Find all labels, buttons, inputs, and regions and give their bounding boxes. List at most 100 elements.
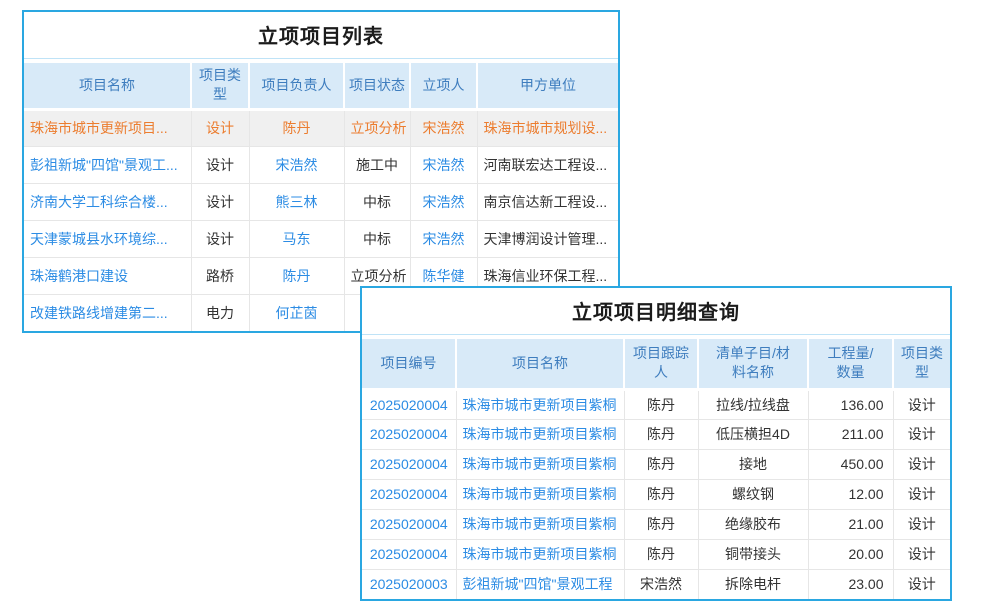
col-header-project-code: 项目编号 <box>362 339 456 389</box>
cell-project-name[interactable]: 珠海市城市更新项目紫桐 <box>456 539 624 569</box>
cell-project-code[interactable]: 2025020004 <box>362 509 456 539</box>
col-header-project-creator: 立项人 <box>410 63 477 109</box>
cell-project-manager[interactable]: 陈丹 <box>249 109 344 146</box>
col-header-project-status: 项目状态 <box>344 63 410 109</box>
cell-project-creator[interactable]: 宋浩然 <box>410 183 477 220</box>
col-header-project-name: 项目名称 <box>24 63 191 109</box>
cell-list-item: 拆除电杆 <box>698 569 808 599</box>
cell-quantity: 20.00 <box>808 539 893 569</box>
cell-project-name[interactable]: 彭祖新城"四馆"景观工程 <box>456 569 624 599</box>
table-row[interactable]: 彭祖新城"四馆"景观工... 设计 宋浩然 施工中 宋浩然 河南联宏达工程设..… <box>24 146 618 183</box>
cell-client-unit: 南京信达新工程设... <box>477 183 618 220</box>
cell-project-status: 中标 <box>344 183 410 220</box>
cell-quantity: 211.00 <box>808 419 893 449</box>
table-row-selected[interactable]: 珠海市城市更新项目... 设计 陈丹 立项分析 宋浩然 珠海市城市规划设... <box>24 109 618 146</box>
table-row[interactable]: 2025020003 彭祖新城"四馆"景观工程 宋浩然 拆除电杆 23.00 设… <box>362 569 950 599</box>
cell-project-type: 设计 <box>893 419 950 449</box>
cell-project-manager[interactable]: 陈丹 <box>249 257 344 294</box>
cell-project-type: 设计 <box>893 389 950 419</box>
cell-project-name[interactable]: 天津蒙城县水环境综... <box>24 220 191 257</box>
table-row[interactable]: 2025020004 珠海市城市更新项目紫桐 陈丹 铜带接头 20.00 设计 <box>362 539 950 569</box>
cell-project-tracker: 陈丹 <box>624 389 698 419</box>
cell-quantity: 21.00 <box>808 509 893 539</box>
project-detail-header-row: 项目编号 项目名称 项目跟踪 人 清单子目/材 料名称 工程量/ 数量 项目类 … <box>362 339 950 389</box>
cell-list-item: 拉线/拉线盘 <box>698 389 808 419</box>
cell-project-tracker: 陈丹 <box>624 479 698 509</box>
cell-quantity: 12.00 <box>808 479 893 509</box>
cell-project-code[interactable]: 2025020004 <box>362 419 456 449</box>
cell-project-name[interactable]: 彭祖新城"四馆"景观工... <box>24 146 191 183</box>
cell-project-code[interactable]: 2025020004 <box>362 389 456 419</box>
cell-project-code[interactable]: 2025020004 <box>362 449 456 479</box>
table-row[interactable]: 天津蒙城县水环境综... 设计 马东 中标 宋浩然 天津博润设计管理... <box>24 220 618 257</box>
cell-project-name[interactable]: 珠海市城市更新项目... <box>24 109 191 146</box>
cell-project-creator[interactable]: 宋浩然 <box>410 146 477 183</box>
cell-project-type: 设计 <box>893 479 950 509</box>
cell-project-tracker: 陈丹 <box>624 419 698 449</box>
cell-project-type: 设计 <box>191 146 249 183</box>
cell-project-manager[interactable]: 何芷茵 <box>249 294 344 331</box>
cell-project-type: 路桥 <box>191 257 249 294</box>
cell-project-name[interactable]: 珠海鹤港口建设 <box>24 257 191 294</box>
col-header-client-unit: 甲方单位 <box>477 63 618 109</box>
cell-project-type: 设计 <box>191 220 249 257</box>
cell-project-status: 施工中 <box>344 146 410 183</box>
cell-project-manager[interactable]: 熊三林 <box>249 183 344 220</box>
cell-project-type: 电力 <box>191 294 249 331</box>
col-header-project-type: 项目类 型 <box>191 63 249 109</box>
cell-project-name[interactable]: 珠海市城市更新项目紫桐 <box>456 479 624 509</box>
col-header-project-tracker: 项目跟踪 人 <box>624 339 698 389</box>
cell-project-tracker: 陈丹 <box>624 539 698 569</box>
cell-quantity: 23.00 <box>808 569 893 599</box>
project-list-panel: 立项项目列表 项目名称 项目类 型 项目负责人 项目状态 立项人 甲方单位 珠海… <box>22 10 620 333</box>
cell-project-tracker: 陈丹 <box>624 449 698 479</box>
table-row[interactable]: 2025020004 珠海市城市更新项目紫桐 陈丹 绝缘胶布 21.00 设计 <box>362 509 950 539</box>
cell-list-item: 绝缘胶布 <box>698 509 808 539</box>
cell-project-name[interactable]: 珠海市城市更新项目紫桐 <box>456 419 624 449</box>
cell-list-item: 螺纹钢 <box>698 479 808 509</box>
col-header-list-item-material: 清单子目/材 料名称 <box>698 339 808 389</box>
col-header-project-name: 项目名称 <box>456 339 624 389</box>
cell-project-status: 立项分析 <box>344 109 410 146</box>
cell-project-code[interactable]: 2025020004 <box>362 479 456 509</box>
project-list-title: 立项项目列表 <box>24 12 618 59</box>
cell-project-tracker: 宋浩然 <box>624 569 698 599</box>
cell-project-code[interactable]: 2025020003 <box>362 569 456 599</box>
cell-project-name[interactable]: 珠海市城市更新项目紫桐 <box>456 449 624 479</box>
cell-list-item: 接地 <box>698 449 808 479</box>
project-list-header-row: 项目名称 项目类 型 项目负责人 项目状态 立项人 甲方单位 <box>24 63 618 109</box>
col-header-quantity: 工程量/ 数量 <box>808 339 893 389</box>
cell-project-name[interactable]: 珠海市城市更新项目紫桐 <box>456 389 624 419</box>
cell-project-tracker: 陈丹 <box>624 509 698 539</box>
cell-client-unit: 河南联宏达工程设... <box>477 146 618 183</box>
cell-project-creator[interactable]: 宋浩然 <box>410 109 477 146</box>
project-detail-panel: 立项项目明细查询 项目编号 项目名称 项目跟踪 人 清单子目/材 料名称 工程量… <box>360 286 952 601</box>
table-row[interactable]: 2025020004 珠海市城市更新项目紫桐 陈丹 拉线/拉线盘 136.00 … <box>362 389 950 419</box>
cell-project-name[interactable]: 济南大学工科综合楼... <box>24 183 191 220</box>
project-detail-table: 项目编号 项目名称 项目跟踪 人 清单子目/材 料名称 工程量/ 数量 项目类 … <box>362 339 950 599</box>
cell-client-unit: 珠海市城市规划设... <box>477 109 618 146</box>
cell-list-item: 低压横担4D <box>698 419 808 449</box>
col-header-project-manager: 项目负责人 <box>249 63 344 109</box>
cell-client-unit: 天津博润设计管理... <box>477 220 618 257</box>
table-row[interactable]: 2025020004 珠海市城市更新项目紫桐 陈丹 螺纹钢 12.00 设计 <box>362 479 950 509</box>
cell-project-type: 设计 <box>893 569 950 599</box>
cell-project-type: 设计 <box>893 539 950 569</box>
table-row[interactable]: 济南大学工科综合楼... 设计 熊三林 中标 宋浩然 南京信达新工程设... <box>24 183 618 220</box>
cell-project-type: 设计 <box>191 183 249 220</box>
table-row[interactable]: 2025020004 珠海市城市更新项目紫桐 陈丹 低压横担4D 211.00 … <box>362 419 950 449</box>
table-row[interactable]: 2025020004 珠海市城市更新项目紫桐 陈丹 接地 450.00 设计 <box>362 449 950 479</box>
cell-list-item: 铜带接头 <box>698 539 808 569</box>
cell-project-code[interactable]: 2025020004 <box>362 539 456 569</box>
project-detail-title: 立项项目明细查询 <box>362 288 950 335</box>
cell-project-name[interactable]: 珠海市城市更新项目紫桐 <box>456 509 624 539</box>
cell-project-creator[interactable]: 宋浩然 <box>410 220 477 257</box>
cell-project-name[interactable]: 改建铁路线增建第二... <box>24 294 191 331</box>
cell-project-type: 设计 <box>191 109 249 146</box>
cell-project-status: 中标 <box>344 220 410 257</box>
cell-project-type: 设计 <box>893 509 950 539</box>
cell-project-manager[interactable]: 马东 <box>249 220 344 257</box>
cell-project-type: 设计 <box>893 449 950 479</box>
col-header-project-type: 项目类 型 <box>893 339 950 389</box>
cell-project-manager[interactable]: 宋浩然 <box>249 146 344 183</box>
